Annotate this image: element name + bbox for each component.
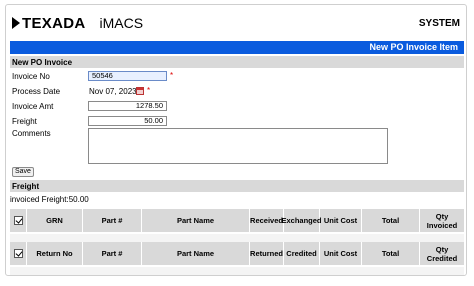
select-all-cell bbox=[10, 209, 27, 232]
comments-label: Comments bbox=[12, 129, 51, 138]
return-table-header: Return No Part # Part Name Returned Cred… bbox=[10, 242, 464, 265]
page-title: New PO Invoice Item bbox=[369, 42, 458, 52]
grn-table-body bbox=[10, 234, 464, 242]
column-header[interactable]: Return No bbox=[27, 242, 83, 265]
app-window: TEXADA iMACS SYSTEM New PO Invoice Item … bbox=[5, 4, 467, 276]
invoiced-freight-text: invoiced Freight:50.00 bbox=[10, 195, 89, 204]
freight-label: Freight bbox=[12, 117, 37, 126]
invoice-amt-label: Invoice Amt bbox=[12, 102, 54, 111]
column-header[interactable]: Total bbox=[362, 209, 420, 232]
freight-input[interactable]: 50.00 bbox=[88, 116, 167, 126]
column-header[interactable]: Exchanged bbox=[282, 209, 322, 232]
checkbox-icon[interactable] bbox=[13, 216, 23, 225]
section-header-new-po: New PO Invoice bbox=[10, 56, 464, 68]
column-header[interactable]: Unit Cost bbox=[320, 242, 362, 265]
save-button[interactable]: Save bbox=[12, 167, 34, 177]
select-all-cell bbox=[10, 242, 27, 265]
column-header[interactable]: Total bbox=[362, 242, 420, 265]
top-header: TEXADA iMACS SYSTEM bbox=[6, 5, 466, 41]
page-title-bar: New PO Invoice Item bbox=[10, 41, 464, 54]
section-title: Freight bbox=[12, 182, 40, 191]
required-marker: * bbox=[147, 86, 151, 95]
column-header[interactable]: Part # bbox=[83, 242, 142, 265]
texada-logo: TEXADA iMACS bbox=[12, 14, 143, 32]
required-marker: * bbox=[170, 71, 174, 80]
grn-table-header: GRN Part # Part Name Received Exchanged … bbox=[10, 209, 464, 232]
logo-text: TEXADA bbox=[22, 14, 86, 32]
section-header-freight: Freight bbox=[10, 180, 464, 192]
column-header[interactable]: Qty Credited bbox=[420, 242, 464, 265]
column-header[interactable]: Received bbox=[250, 209, 284, 232]
process-date-value: Nov 07, 2023 bbox=[89, 87, 137, 96]
chevron-right-icon bbox=[12, 17, 20, 29]
checkbox-icon[interactable] bbox=[13, 249, 23, 258]
return-table-body bbox=[10, 267, 464, 275]
section-title: New PO Invoice bbox=[12, 58, 73, 67]
calendar-icon[interactable] bbox=[136, 87, 144, 95]
column-header[interactable]: Part Name bbox=[142, 242, 250, 265]
column-header[interactable]: Part Name bbox=[142, 209, 250, 232]
invoice-no-label: Invoice No bbox=[12, 72, 50, 81]
column-header[interactable]: Unit Cost bbox=[320, 209, 362, 232]
column-header[interactable]: Qty Invoiced bbox=[420, 209, 464, 232]
column-header[interactable]: Credited bbox=[284, 242, 320, 265]
process-date-label: Process Date bbox=[12, 87, 61, 96]
column-header[interactable]: Part # bbox=[83, 209, 142, 232]
column-header[interactable]: GRN bbox=[27, 209, 83, 232]
invoice-no-input[interactable]: 50546 bbox=[88, 71, 167, 81]
invoice-amt-input[interactable]: 1278.50 bbox=[88, 101, 167, 111]
column-header[interactable]: Returned bbox=[250, 242, 284, 265]
app-name: iMACS bbox=[99, 15, 144, 31]
system-label: SYSTEM bbox=[418, 18, 460, 29]
comments-textarea[interactable] bbox=[88, 128, 388, 164]
